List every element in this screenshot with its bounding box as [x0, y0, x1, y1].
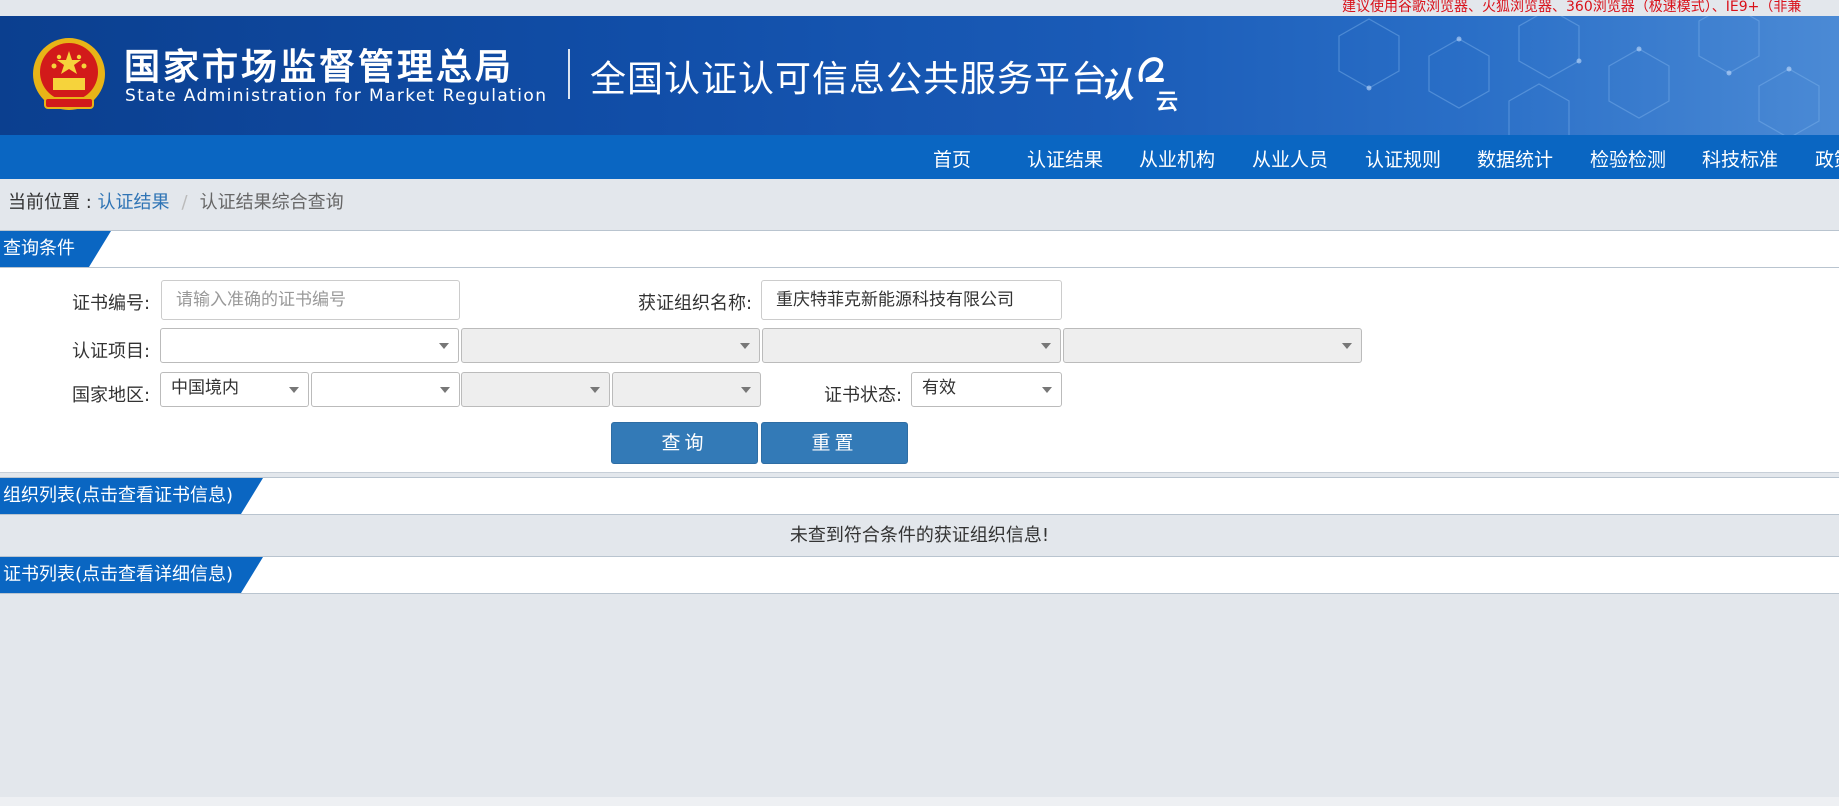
breadcrumb-link[interactable]: 认证结果	[98, 192, 170, 213]
platform-logo: 认 云	[1100, 54, 1180, 115]
region-select-country-value: 中国境内	[171, 378, 239, 398]
org-list-section-bar: 组织列表(点击查看证书信息)	[0, 477, 1839, 515]
status-select[interactable]: 有效	[911, 372, 1062, 407]
project-select-4[interactable]	[1063, 328, 1362, 363]
query-section-title: 查询条件	[0, 231, 111, 267]
cert-no-label: 证书编号:	[72, 293, 151, 314]
chevron-down-icon	[1042, 387, 1052, 393]
nav-item-personnel[interactable]: 从业人员	[1252, 145, 1328, 172]
status-select-value: 有效	[922, 378, 956, 398]
cloud-swirl-icon	[1138, 57, 1164, 82]
nav-item-statistics[interactable]: 数据统计	[1477, 145, 1553, 172]
title-divider	[568, 49, 570, 99]
chevron-down-icon	[590, 387, 600, 393]
project-select-2[interactable]	[461, 328, 760, 363]
search-button[interactable]: 查询	[611, 422, 758, 464]
org-name-input[interactable]: 重庆特菲克新能源科技有限公司	[761, 280, 1062, 320]
chevron-down-icon	[1041, 343, 1051, 349]
org-name-cn: 国家市场监督管理总局	[124, 47, 515, 88]
browser-notice-strip: 建议使用谷歌浏览器、火狐浏览器、360浏览器（极速模式）、IE9+（非兼	[0, 0, 1839, 16]
logo-char-1: 认	[1100, 66, 1134, 106]
region-select-city[interactable]	[461, 372, 610, 407]
nav-item-policy[interactable]: 政策	[1815, 145, 1839, 172]
reset-button[interactable]: 重置	[761, 422, 908, 464]
org-list-empty-message: 未查到符合条件的获证组织信息!	[789, 525, 1050, 546]
nav-item-standards[interactable]: 科技标准	[1702, 145, 1778, 172]
header-banner: 国家市场监督管理总局 State Administration for Mark…	[0, 16, 1839, 135]
chevron-down-icon	[1342, 343, 1352, 349]
project-select-3[interactable]	[762, 328, 1061, 363]
nav-item-inspection[interactable]: 检验检测	[1590, 145, 1666, 172]
status-label: 证书状态:	[824, 385, 903, 406]
chevron-down-icon	[439, 343, 449, 349]
org-list-title: 组织列表(点击查看证书信息)	[0, 478, 263, 514]
browser-notice: 建议使用谷歌浏览器、火狐浏览器、360浏览器（极速模式）、IE9+（非兼	[1342, 0, 1802, 15]
chevron-down-icon	[440, 387, 450, 393]
chevron-down-icon	[740, 343, 750, 349]
region-select-district[interactable]	[612, 372, 761, 407]
nav-item-institutions[interactable]: 从业机构	[1139, 145, 1215, 172]
main-nav: 首页 认证结果 从业机构 从业人员 认证规则 数据统计 检验检测 科技标准 政策	[0, 135, 1839, 179]
org-name-label: 获证组织名称:	[638, 293, 753, 314]
hexagon-network-decoration	[1338, 16, 1820, 135]
breadcrumb-separator: /	[181, 192, 188, 213]
region-select-country[interactable]: 中国境内	[160, 372, 309, 407]
project-label: 认证项目:	[72, 341, 151, 362]
breadcrumb-current: 认证结果综合查询	[199, 192, 344, 213]
project-select-1[interactable]	[160, 328, 459, 363]
chevron-down-icon	[289, 387, 299, 393]
nav-item-cert-results[interactable]: 认证结果	[1027, 145, 1103, 172]
platform-title: 全国认证认可信息公共服务平台	[590, 59, 1109, 100]
nav-item-rules[interactable]: 认证规则	[1365, 145, 1441, 172]
query-section-bar: 查询条件	[0, 230, 1839, 268]
org-name-en: State Administration for Market Regulati…	[125, 86, 548, 106]
region-select-province[interactable]	[311, 372, 460, 407]
footer-strip	[0, 797, 1839, 806]
breadcrumb: 当前位置 : 认证结果 / 认证结果综合查询	[8, 188, 344, 214]
cert-list-section-bar: 证书列表(点击查看详细信息)	[0, 556, 1839, 594]
cert-list-title: 证书列表(点击查看详细信息)	[0, 557, 263, 593]
logo-char-2: 云	[1156, 90, 1179, 115]
nav-item-home[interactable]: 首页	[933, 145, 971, 172]
breadcrumb-label: 当前位置 :	[8, 192, 98, 213]
region-label: 国家地区:	[72, 385, 151, 406]
chevron-down-icon	[741, 387, 751, 393]
national-emblem-icon	[33, 38, 105, 110]
cert-no-input[interactable]	[161, 280, 460, 320]
